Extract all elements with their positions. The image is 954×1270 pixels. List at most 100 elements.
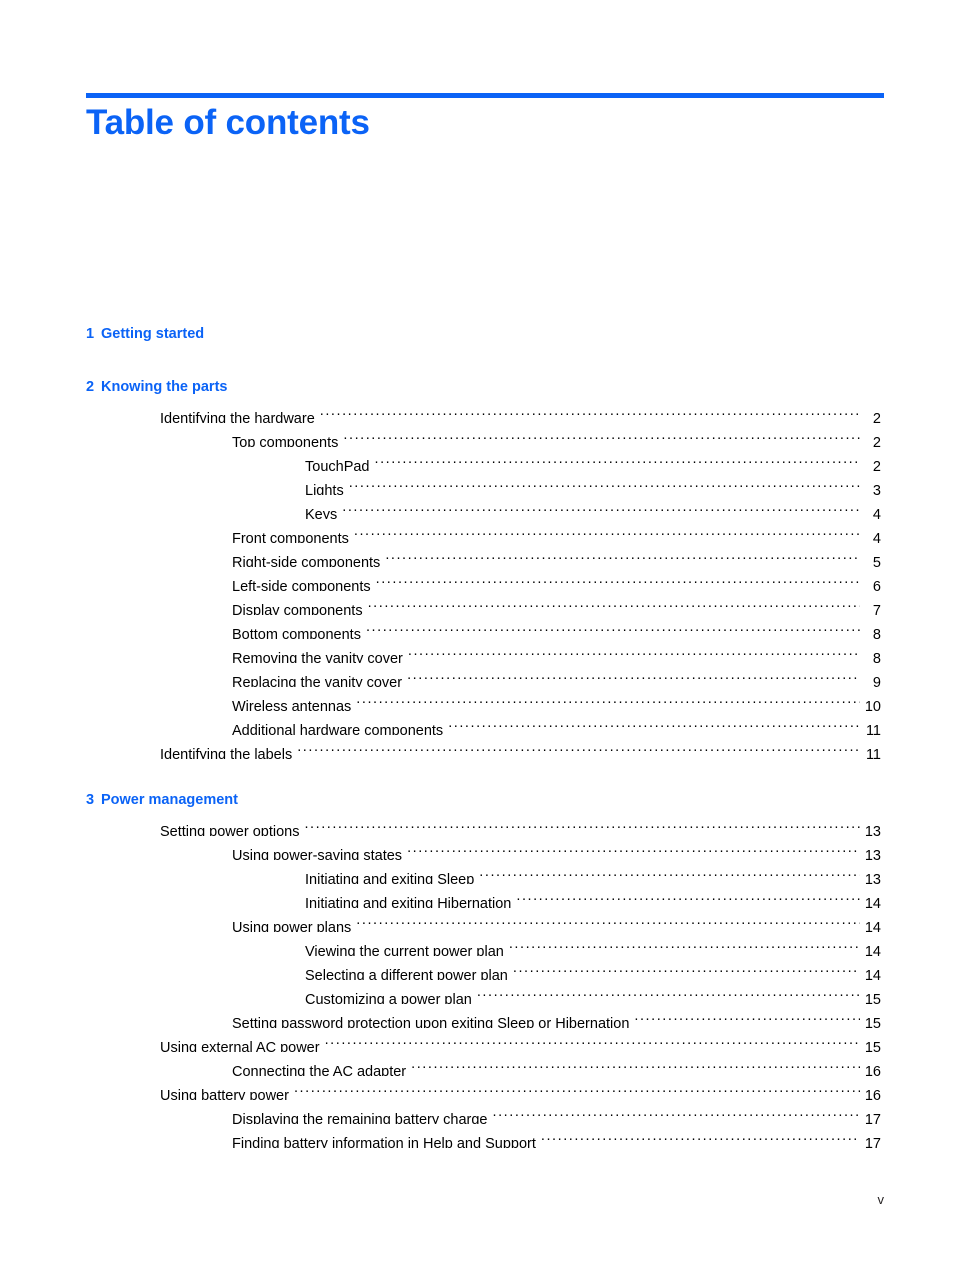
- toc-chapter-heading[interactable]: 2 Knowing the parts: [0, 375, 954, 399]
- toc-entry-page-number: 7: [872, 603, 881, 615]
- toc-entry[interactable]: Using battery power 16: [0, 1076, 954, 1100]
- toc-entry-page-number: 4: [872, 507, 881, 519]
- toc-entry-page-number: 17: [864, 1136, 881, 1148]
- toc-entry-page-number: 15: [864, 1040, 881, 1052]
- toc-entry-label: Right-side components: [232, 555, 381, 567]
- toc-entry-label: Using power plans: [232, 920, 352, 932]
- toc-entry[interactable]: Additional hardware components 11: [0, 711, 954, 735]
- toc-entry-label: Customizing a power plan: [305, 992, 472, 1004]
- toc-entry[interactable]: Using external AC power 15: [0, 1028, 954, 1052]
- toc-entry[interactable]: Replacing the vanity cover 9: [0, 663, 954, 687]
- toc-entry[interactable]: Identifying the labels 11: [0, 735, 954, 759]
- toc-entry-label: Bottom components: [232, 627, 361, 639]
- toc-entry-label: Connecting the AC adapter: [232, 1064, 407, 1076]
- toc-dot-leader: [448, 711, 860, 735]
- toc-entry[interactable]: Using power plans 14: [0, 908, 954, 932]
- toc-dot-leader: [541, 1124, 860, 1148]
- toc-entry-page-number: 2: [872, 411, 881, 423]
- toc-dot-leader: [366, 615, 860, 639]
- toc-dot-leader: [477, 980, 860, 1004]
- toc-entry[interactable]: TouchPad 2: [0, 447, 954, 471]
- toc-entry-page-number: 14: [864, 968, 881, 980]
- toc-entry-label: Using battery power: [160, 1088, 289, 1100]
- page-title: Table of contents: [86, 103, 370, 142]
- toc-entry[interactable]: Connecting the AC adapter 16: [0, 1052, 954, 1076]
- toc-dot-leader: [513, 956, 860, 980]
- toc-dot-leader: [368, 591, 860, 615]
- toc-dot-leader: [385, 543, 860, 567]
- toc-entry[interactable]: Using power-saving states 13: [0, 836, 954, 860]
- toc-dot-leader: [376, 567, 860, 591]
- toc-entry[interactable]: Keys 4: [0, 495, 954, 519]
- footer-page-number: v: [877, 1192, 885, 1207]
- toc-entry[interactable]: Wireless antennas 10: [0, 687, 954, 711]
- toc-entry[interactable]: Right-side components 5: [0, 543, 954, 567]
- toc-entry-label: Wireless antennas: [232, 699, 352, 711]
- toc-dot-leader: [354, 519, 860, 543]
- toc-entry-label: Keys: [305, 507, 338, 519]
- toc-entry-label: Initiating and exiting Hibernation: [305, 896, 512, 908]
- toc-dot-leader: [304, 812, 860, 836]
- toc-dot-leader: [407, 836, 860, 860]
- toc-entry-page-number: 3: [872, 483, 881, 495]
- toc-entry-list: Setting power options13Using power-savin…: [0, 812, 954, 1148]
- toc-chapter-heading[interactable]: 3 Power management: [0, 788, 954, 812]
- toc-entry[interactable]: Setting power options 13: [0, 812, 954, 836]
- toc-entry-label: Front components: [232, 531, 349, 543]
- toc-dot-leader: [479, 860, 860, 884]
- toc-entry[interactable]: Identifying the hardware 2: [0, 399, 954, 423]
- toc-entry-page-number: 14: [864, 896, 881, 908]
- toc-entry-label: Using power-saving states: [232, 848, 403, 860]
- toc-entry[interactable]: Customizing a power plan 15: [0, 980, 954, 1004]
- toc-dot-leader: [297, 735, 860, 759]
- toc-entry[interactable]: Lights 3: [0, 471, 954, 495]
- toc-entry[interactable]: Viewing the current power plan 14: [0, 932, 954, 956]
- toc-chapter-title: Getting started: [101, 326, 205, 342]
- table-of-contents: 1 Getting started 2 Knowing the parts Identi…: [0, 322, 954, 1148]
- toc-dot-leader: [411, 1052, 860, 1076]
- toc-entry-label: Finding battery information in Help and …: [232, 1136, 536, 1148]
- toc-entry-label: Viewing the current power plan: [305, 944, 504, 956]
- toc-entry-label: Left-side components: [232, 579, 371, 591]
- toc-chapter: 2 Knowing the parts Identifying the hardwa…: [0, 375, 954, 759]
- toc-entry[interactable]: Displaying the remaining battery charge 1…: [0, 1100, 954, 1124]
- toc-entry-page-number: 13: [864, 824, 881, 836]
- toc-entry[interactable]: Front components 4: [0, 519, 954, 543]
- toc-entry-page-number: 14: [864, 920, 881, 932]
- toc-dot-leader: [349, 471, 860, 495]
- toc-chapter-title: Power management: [101, 792, 238, 808]
- toc-entry-label: Lights: [305, 483, 344, 495]
- toc-entry-page-number: 14: [864, 944, 881, 956]
- toc-entry-page-number: 2: [872, 435, 881, 447]
- toc-entry[interactable]: Selecting a different power plan 14: [0, 956, 954, 980]
- toc-entry[interactable]: Finding battery information in Help and …: [0, 1124, 954, 1148]
- toc-entry-page-number: 13: [864, 848, 881, 860]
- toc-dot-leader: [408, 639, 860, 663]
- toc-entry[interactable]: Display components 7: [0, 591, 954, 615]
- toc-dot-leader: [634, 1004, 860, 1028]
- toc-entry-label: Identifying the labels: [160, 747, 293, 759]
- toc-entry-page-number: 16: [864, 1088, 881, 1100]
- toc-entry[interactable]: Bottom components 8: [0, 615, 954, 639]
- toc-entry[interactable]: Initiating and exiting Hibernation 14: [0, 884, 954, 908]
- toc-entry[interactable]: Initiating and exiting Sleep 13: [0, 860, 954, 884]
- toc-entry-label: Display components: [232, 603, 363, 615]
- toc-dot-leader: [493, 1100, 861, 1124]
- toc-dot-leader: [356, 687, 860, 711]
- toc-chapter-heading[interactable]: 1 Getting started: [0, 322, 954, 346]
- toc-entry-label: Using external AC power: [160, 1040, 320, 1052]
- toc-entry[interactable]: Top components 2: [0, 423, 954, 447]
- toc-entry-label: Setting power options: [160, 824, 300, 836]
- toc-entry[interactable]: Left-side components 6: [0, 567, 954, 591]
- toc-entry-page-number: 8: [872, 651, 881, 663]
- toc-entry-page-number: 15: [864, 1016, 881, 1028]
- toc-entry-label: Top components: [232, 435, 339, 447]
- toc-entry-label: TouchPad: [305, 459, 370, 471]
- toc-entry-label: Initiating and exiting Sleep: [305, 872, 475, 884]
- toc-entry-page-number: 15: [864, 992, 881, 1004]
- toc-entry-page-number: 9: [872, 675, 881, 687]
- toc-chapter: 3 Power management Setting power options 13…: [0, 788, 954, 1148]
- toc-entry[interactable]: Setting password protection upon exiting…: [0, 1004, 954, 1028]
- toc-entry[interactable]: Removing the vanity cover 8: [0, 639, 954, 663]
- toc-dot-leader: [407, 663, 860, 687]
